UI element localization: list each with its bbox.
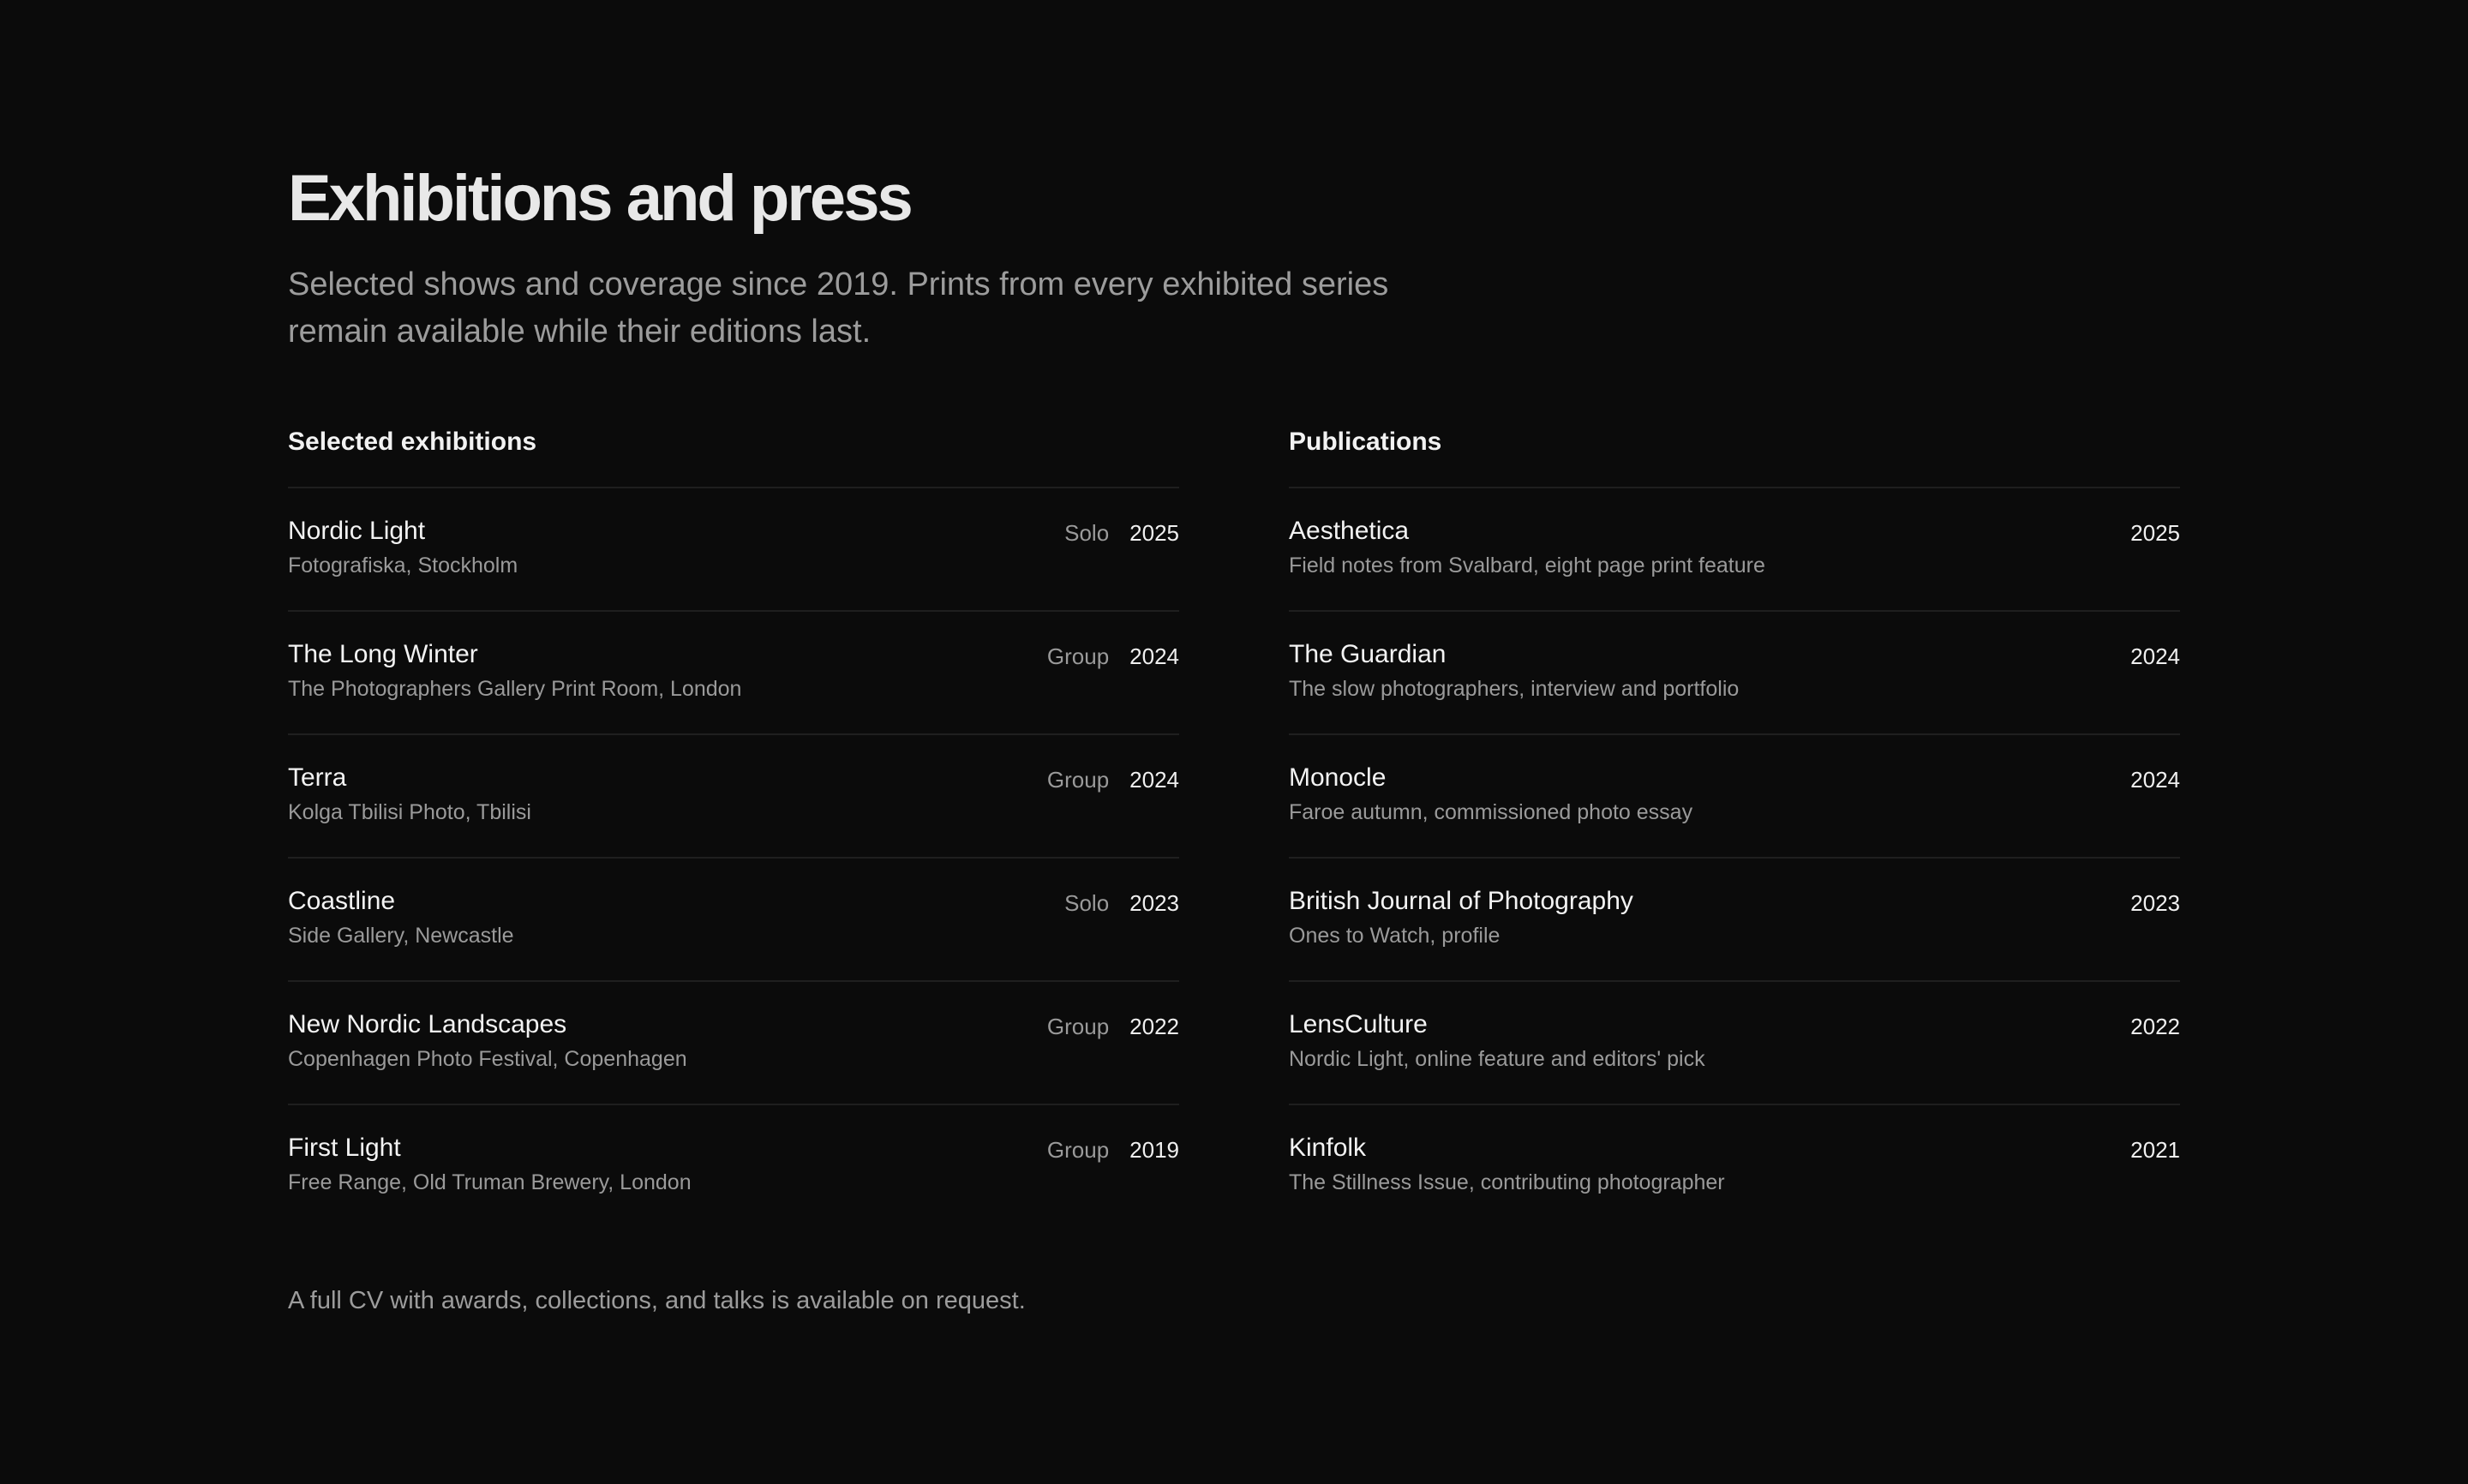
intro-text: Selected shows and coverage since 2019. … — [288, 266, 1389, 350]
page: Exhibitions and press Selected shows and… — [0, 0, 2468, 1484]
exhibitions-list: Nordic Light Fotografiska, Stockholm Sol… — [288, 488, 1179, 1227]
publication-meta: 2023 — [2130, 886, 2180, 920]
exhibition-title: Terra — [288, 763, 347, 792]
cv-note: A full CV with awards, collections, and … — [288, 1287, 1026, 1314]
exhibition-meta: Group 2019 — [1047, 1133, 1179, 1167]
exhibition-item: Coastline Side Gallery, Newcastle Solo 2… — [288, 859, 1179, 982]
exhibition-venue: Side Gallery, Newcastle — [288, 924, 514, 948]
publication-title: Monocle — [1289, 763, 1387, 792]
exhibition-item: The Long Winter The Photographers Galler… — [288, 612, 1179, 735]
exhibition-meta: Solo 2025 — [1064, 516, 1179, 550]
publication-description: The Stillness Issue, contributing photog… — [1289, 1170, 1725, 1194]
exhibition-meta: Solo 2023 — [1064, 886, 1179, 920]
exhibitions-section: Selected exhibitions Nordic Light Fotogr… — [288, 420, 1179, 1227]
publication-title: Aesthetica — [1289, 517, 1410, 545]
publication-item: Monocle Faroe autumn, commissioned photo… — [1289, 735, 2180, 859]
publication-year: 2024 — [2130, 643, 2180, 669]
exhibition-item: New Nordic Landscapes Copenhagen Photo F… — [288, 982, 1179, 1105]
publication-meta: 2022 — [2130, 1009, 2180, 1044]
exhibition-title: First Light — [288, 1134, 401, 1162]
exhibition-year: 2023 — [1129, 890, 1179, 916]
exhibition-title: New Nordic Landscapes — [288, 1010, 567, 1038]
exhibition-year: 2025 — [1129, 520, 1179, 546]
publication-item: British Journal of Photography Ones to W… — [1289, 859, 2180, 982]
exhibition-year: 2024 — [1129, 767, 1179, 793]
exhibition-type: Group — [1046, 767, 1110, 793]
exhibition-venue: Kolga Tbilisi Photo, Tbilisi — [288, 800, 531, 824]
exhibition-meta: Group 2024 — [1047, 639, 1179, 673]
exhibition-type: Group — [1046, 1137, 1110, 1163]
exhibition-year: 2019 — [1129, 1137, 1179, 1163]
publication-description: Faroe autumn, commissioned photo essay — [1289, 800, 1693, 824]
publication-item: LensCulture Nordic Light, online feature… — [1289, 982, 2180, 1105]
exhibitions-heading: Selected exhibitions — [288, 420, 1179, 488]
publication-meta: 2025 — [2130, 516, 2180, 550]
publication-meta: 2024 — [2130, 639, 2180, 673]
publications-section: Publications Aesthetica Field notes from… — [1289, 420, 2180, 1227]
publications-heading: Publications — [1289, 420, 2180, 488]
exhibition-year: 2024 — [1129, 643, 1179, 669]
exhibition-type: Solo — [1064, 890, 1110, 916]
exhibition-venue: Free Range, Old Truman Brewery, London — [288, 1170, 692, 1194]
publication-meta: 2021 — [2130, 1133, 2180, 1167]
publication-year: 2025 — [2130, 520, 2180, 546]
exhibition-meta: Group 2022 — [1047, 1009, 1179, 1044]
exhibition-venue: Copenhagen Photo Festival, Copenhagen — [288, 1047, 687, 1071]
page-title: Exhibitions and press — [288, 162, 914, 235]
publication-title: Kinfolk — [1289, 1134, 1367, 1162]
publication-description: Ones to Watch, profile — [1289, 924, 1501, 948]
publication-description: Nordic Light, online feature and editors… — [1289, 1047, 1705, 1071]
publication-item: Kinfolk The Stillness Issue, contributin… — [1289, 1105, 2180, 1227]
publication-title: LensCulture — [1289, 1010, 1428, 1038]
publication-year: 2023 — [2130, 890, 2180, 916]
exhibition-meta: Group 2024 — [1047, 763, 1179, 797]
exhibition-item: First Light Free Range, Old Truman Brewe… — [288, 1105, 1179, 1227]
publication-title: British Journal of Photography — [1289, 887, 1633, 915]
exhibition-type: Solo — [1064, 520, 1110, 546]
publication-description: Field notes from Svalbard, eight page pr… — [1289, 554, 1765, 577]
exhibition-venue: Fotografiska, Stockholm — [288, 554, 518, 577]
publication-description: The slow photographers, interview and po… — [1289, 677, 1740, 701]
exhibition-title: Nordic Light — [288, 517, 426, 545]
exhibition-item: Terra Kolga Tbilisi Photo, Tbilisi Group… — [288, 735, 1179, 859]
exhibition-type: Group — [1046, 643, 1110, 669]
publication-meta: 2024 — [2130, 763, 2180, 797]
exhibition-item: Nordic Light Fotografiska, Stockholm Sol… — [288, 488, 1179, 612]
exhibition-type: Group — [1046, 1014, 1110, 1039]
exhibition-title: The Long Winter — [288, 640, 478, 668]
exhibition-venue: The Photographers Gallery Print Room, Lo… — [288, 677, 742, 701]
publication-year: 2022 — [2130, 1014, 2180, 1039]
publication-item: Aesthetica Field notes from Svalbard, ei… — [1289, 488, 2180, 612]
publication-item: The Guardian The slow photographers, int… — [1289, 612, 2180, 735]
publications-list: Aesthetica Field notes from Svalbard, ei… — [1289, 488, 2180, 1227]
exhibition-title: Coastline — [288, 887, 396, 915]
publication-year: 2024 — [2130, 767, 2180, 793]
exhibition-year: 2022 — [1129, 1014, 1179, 1039]
publication-title: The Guardian — [1289, 640, 1447, 668]
publication-year: 2021 — [2130, 1137, 2180, 1163]
